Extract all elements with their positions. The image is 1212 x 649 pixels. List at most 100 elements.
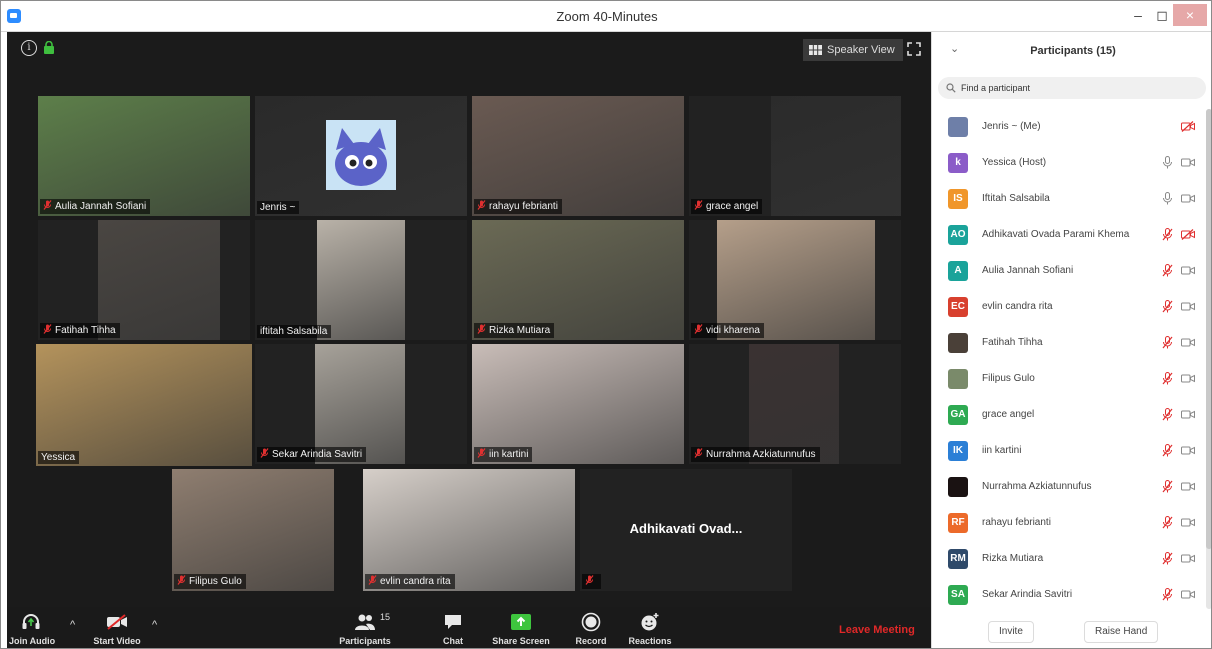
video-feed [172, 469, 334, 591]
mic-muted-icon [694, 448, 703, 461]
maximize-button[interactable]: ◻ [1151, 4, 1173, 26]
audio-options-caret[interactable]: ^ [70, 619, 75, 631]
mic-muted-icon [1162, 300, 1173, 313]
video-tile[interactable]: evlin candra rita [363, 469, 575, 591]
participant-avatar: GA [948, 405, 968, 425]
video-feed [771, 96, 901, 216]
video-tile[interactable]: Fatihah Tihha [38, 220, 250, 340]
meeting-info-icon[interactable]: i [21, 40, 37, 56]
video-tile[interactable]: Jenris ~ [255, 96, 467, 216]
mic-muted-icon [1162, 372, 1173, 385]
fullscreen-icon[interactable] [907, 42, 921, 56]
video-feed [98, 220, 220, 340]
video-tile[interactable]: rahayu febrianti [472, 96, 684, 216]
tile-name: grace angel [706, 201, 759, 212]
video-tile[interactable]: Aulia Jannah Sofiani [38, 96, 250, 216]
participant-row[interactable]: GA grace angel [932, 397, 1202, 433]
join-audio-button[interactable]: Join Audio [9, 610, 55, 646]
video-icon [1181, 554, 1195, 563]
chat-button[interactable]: Chat [435, 610, 471, 646]
participants-panel: ⌄ Participants (15) Jenris ~ (Me) k Yessic… [931, 32, 1211, 648]
video-options-caret[interactable]: ^ [152, 619, 157, 631]
participant-name: Fatihah Tihha [982, 337, 1043, 348]
participant-row[interactable]: A Aulia Jannah Sofiani [932, 253, 1202, 289]
minimize-button[interactable]: – [1127, 4, 1149, 26]
participant-row[interactable]: AO Adhikavati Ovada Parami Khema [932, 217, 1202, 253]
video-tile[interactable]: Yessica [36, 344, 252, 466]
share-screen-button[interactable]: Share Screen [489, 610, 553, 646]
video-tile[interactable]: iftitah Salsabila [255, 220, 467, 340]
video-feed [472, 96, 684, 216]
video-icon [1181, 158, 1195, 167]
video-tile[interactable]: vidi kharena [689, 220, 901, 340]
mic-muted-icon [368, 575, 377, 588]
participant-row[interactable]: SA Sekar Arindia Savitri [932, 577, 1202, 613]
close-button[interactable]: × [1173, 4, 1207, 26]
participants-label: Participants [339, 636, 391, 646]
participant-search-input[interactable] [961, 83, 1181, 93]
tile-name: rahayu febrianti [489, 201, 558, 212]
video-icon [1181, 518, 1195, 527]
video-feed [38, 96, 250, 216]
participant-row[interactable]: Nurrahma Azkiatunnufus [932, 469, 1202, 505]
participant-avatar: EC [948, 297, 968, 317]
participants-panel-title: Participants (15) [1030, 45, 1116, 57]
tile-name: Jenris ~ [260, 202, 296, 213]
participants-count-badge: 15 [380, 612, 391, 622]
speaker-view-button[interactable]: Speaker View [803, 39, 903, 61]
video-tile[interactable]: Rizka Mutiara [472, 220, 684, 340]
tile-name: iin kartini [489, 449, 529, 460]
mic-muted-icon [260, 448, 269, 461]
profile-picture-avatar [326, 120, 396, 190]
participants-scrollbar-thumb[interactable] [1206, 109, 1211, 549]
mic-icon [1163, 156, 1172, 169]
participant-row[interactable]: RF rahayu febrianti [932, 505, 1202, 541]
tile-name: Aulia Jannah Sofiani [55, 201, 147, 212]
participant-row[interactable]: Fatihah Tihha [932, 325, 1202, 361]
participant-row[interactable]: Jenris ~ (Me) [932, 109, 1202, 145]
tile-name-label: Filipus Gulo [174, 574, 246, 589]
encryption-lock-icon[interactable] [43, 41, 55, 54]
record-button[interactable]: Record [571, 610, 611, 646]
video-icon [1181, 338, 1195, 347]
video-icon [1181, 194, 1195, 203]
start-video-button[interactable]: Start Video [87, 610, 147, 646]
participant-row[interactable]: IK iin kartini [932, 433, 1202, 469]
video-tile[interactable]: grace angel [689, 96, 901, 216]
video-tile[interactable]: iin kartini [472, 344, 684, 464]
gallery-grid-icon [809, 45, 822, 55]
participants-panel-footer: Invite Raise Hand [932, 615, 1211, 648]
video-feed [363, 469, 575, 591]
video-icon [1181, 446, 1195, 455]
participant-avatar: A [948, 261, 968, 281]
mic-muted-icon [177, 575, 186, 588]
tile-name: Filipus Gulo [189, 576, 242, 587]
participant-row[interactable]: RM Rizka Mutiara [932, 541, 1202, 577]
video-tile[interactable]: Filipus Gulo [172, 469, 334, 591]
participant-avatar [948, 117, 968, 137]
invite-button[interactable]: Invite [988, 621, 1034, 643]
video-tile[interactable]: Nurrahma Azkiatunnufus [689, 344, 901, 464]
raise-hand-button[interactable]: Raise Hand [1084, 621, 1159, 643]
participant-row[interactable]: IS Iftitah Salsabila [932, 181, 1202, 217]
tile-name-label: evlin candra rita [365, 574, 455, 589]
mic-muted-icon [1162, 480, 1173, 493]
participant-avatar [948, 477, 968, 497]
leave-meeting-button[interactable]: Leave Meeting [839, 624, 915, 636]
zoom-window: Zoom 40-Minutes – ◻ × i Speaker View Aul… [0, 0, 1212, 649]
search-icon [946, 83, 956, 93]
participant-row[interactable]: EC evlin candra rita [932, 289, 1202, 325]
tile-name-label: Yessica [38, 451, 80, 464]
video-feed [717, 220, 875, 340]
reactions-button[interactable]: Reactions [625, 610, 675, 646]
participant-name: Adhikavati Ovada Parami Khema [982, 229, 1130, 240]
video-tile[interactable]: Adhikavati Ovad... [580, 469, 792, 591]
participants-scrollbar[interactable] [1206, 109, 1211, 609]
meeting-toolbar: Join Audio ^ Start Video ^ Participants … [7, 607, 931, 648]
video-tile[interactable]: Sekar Arindia Savitri [255, 344, 467, 464]
tile-name: Yessica [41, 452, 76, 463]
participant-row[interactable]: Filipus Gulo [932, 361, 1202, 397]
start-video-label: Start Video [93, 636, 141, 646]
participant-row[interactable]: k Yessica (Host) [932, 145, 1202, 181]
tile-name: Sekar Arindia Savitri [272, 449, 363, 460]
